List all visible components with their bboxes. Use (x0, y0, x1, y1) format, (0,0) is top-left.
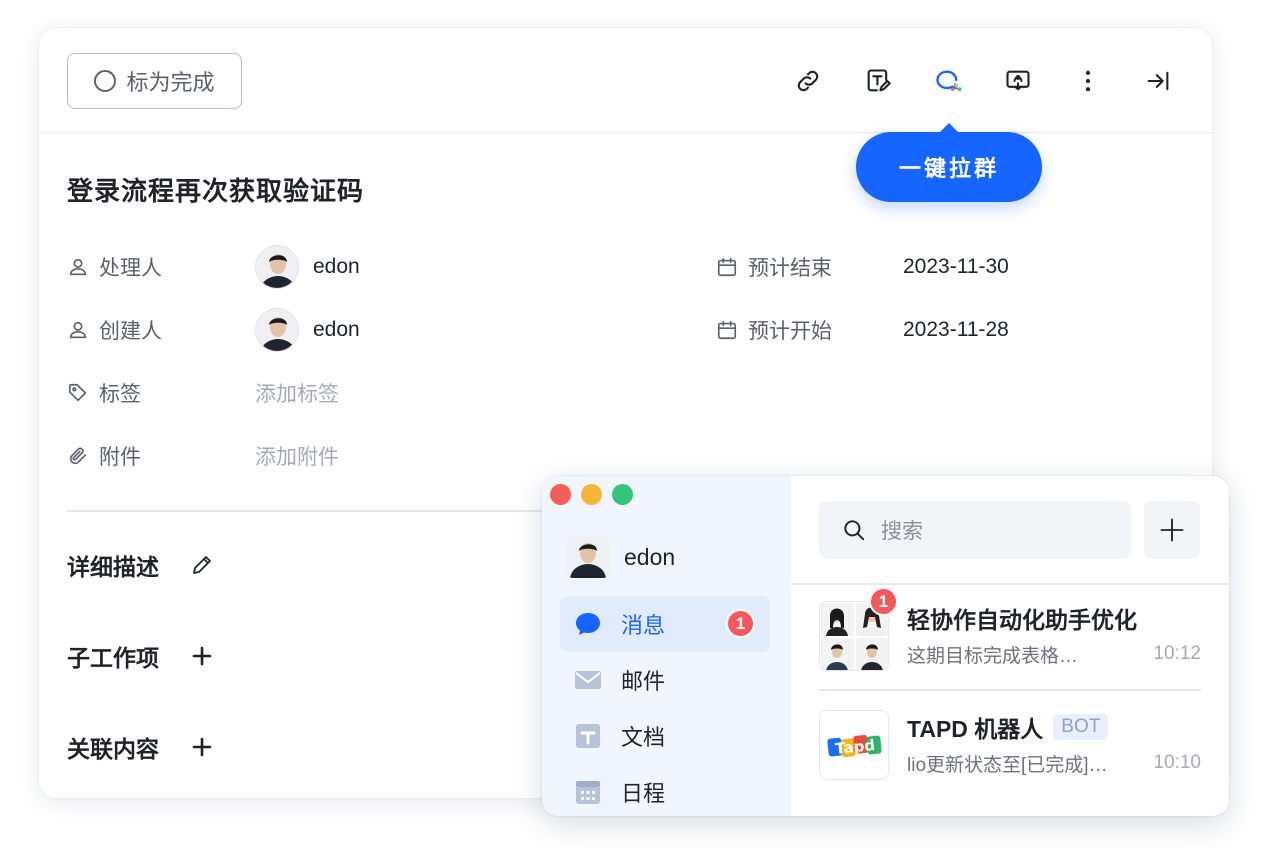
conversation-item[interactable]: 1 轻协作自动化助手优化 这期目标完成表格… 10:12 (819, 587, 1201, 677)
due-start-label: 预计开始 (748, 320, 832, 343)
nav-label: 文档 (621, 725, 666, 750)
chat-sidebar: edon 消息 1 邮件 文档 日程 (542, 476, 791, 816)
unread-badge: 1 (726, 609, 755, 638)
unread-badge: 1 (869, 587, 898, 616)
nav-item-docs[interactable]: 文档 (560, 708, 770, 764)
tags-label: 标签 (99, 383, 141, 406)
tapd-logo: Tapd (819, 710, 889, 780)
divider (67, 510, 547, 512)
divider (791, 583, 1229, 585)
search-placeholder: 搜索 (881, 520, 923, 543)
attachments-label: 附件 (99, 446, 141, 469)
search-input[interactable]: 搜索 (819, 501, 1131, 559)
paperclip-icon (69, 447, 87, 465)
divider (819, 689, 1201, 691)
close-window-button[interactable] (550, 484, 571, 505)
avatar (567, 536, 609, 578)
conversation-preview: 这期目标完成表格… (907, 646, 1079, 667)
subtasks-title: 子工作项 (67, 645, 159, 671)
description-title: 详细描述 (67, 554, 159, 580)
conversation-item[interactable]: Tapd TAPD 机器人 BOT lio更新状态至[已完成]… 10:10 (819, 710, 1201, 786)
conversation-name: TAPD 机器人 BOT (907, 710, 1109, 744)
edit-note-icon[interactable] (861, 64, 895, 98)
section-related: 关联内容 (67, 730, 215, 764)
add-related-icon[interactable] (189, 734, 215, 760)
search-icon (844, 520, 865, 541)
maximize-window-button[interactable] (612, 484, 633, 505)
nav-label: 消息 (621, 613, 666, 638)
field-assignee: 处理人 edon (67, 245, 667, 289)
task-header: 标为完成 (39, 28, 1212, 133)
creator-name: edon (313, 318, 360, 341)
nav-label: 日程 (621, 781, 666, 806)
assignee-name: edon (313, 255, 360, 278)
due-end-label: 预计结束 (748, 257, 832, 280)
edit-pencil-icon[interactable] (189, 552, 215, 578)
field-due-end: 预计结束 2023-11-30 (716, 245, 1116, 289)
nav-item-messages[interactable]: 消息 1 (560, 596, 770, 652)
field-tags: 标签 添加标签 (67, 371, 667, 415)
assignee-label: 处理人 (99, 257, 162, 280)
calendar-icon (717, 257, 737, 277)
due-start-value[interactable]: 2023-11-28 (903, 318, 1009, 342)
doc-icon (573, 721, 603, 751)
group-chat-icon[interactable] (931, 64, 965, 98)
nav-label: 邮件 (621, 669, 666, 694)
user-icon (69, 258, 87, 276)
add-tag-link[interactable]: 添加标签 (255, 378, 339, 408)
bot-badge: BOT (1053, 714, 1109, 740)
calendar-icon (573, 777, 603, 807)
window-controls (550, 484, 633, 505)
field-due-start: 预计开始 2023-11-28 (716, 308, 1116, 352)
more-icon[interactable] (1071, 64, 1105, 98)
chat-window: edon 消息 1 邮件 文档 日程 搜索 1 轻协作自动化助手优化 这期目标完… (542, 476, 1229, 816)
conversation-list-panel: 搜索 1 轻协作自动化助手优化 这期目标完成表格… 10:12 Tapd TAP… (791, 476, 1229, 816)
section-description: 详细描述 (67, 548, 215, 582)
task-title: 登录流程再次获取验证码 (67, 176, 365, 206)
section-subtasks: 子工作项 (67, 639, 215, 673)
message-icon (573, 609, 603, 639)
creator-label: 创建人 (99, 320, 162, 343)
plus-icon (1160, 518, 1184, 542)
mark-done-button[interactable]: 标为完成 (67, 53, 242, 109)
nav-item-calendar[interactable]: 日程 (560, 764, 770, 816)
group-chat-tooltip: 一键拉群 (856, 123, 1042, 202)
assignee-value[interactable]: edon (255, 245, 360, 289)
avatar (255, 245, 299, 289)
mail-icon (573, 665, 603, 695)
conversation-preview: lio更新状态至[已完成]… (907, 755, 1108, 776)
current-user-name: edon (624, 543, 676, 570)
nav-item-mail[interactable]: 邮件 (560, 652, 770, 708)
field-attachments: 附件 添加附件 (67, 434, 667, 478)
calendar-icon (717, 320, 737, 340)
current-user[interactable]: edon (567, 536, 675, 578)
conversation-time: 10:12 (1153, 643, 1201, 664)
avatar (255, 308, 299, 352)
collapse-panel-icon[interactable] (1141, 64, 1175, 98)
add-button[interactable] (1144, 501, 1200, 559)
add-subtask-icon[interactable] (189, 643, 215, 669)
tag-icon (68, 383, 87, 402)
related-title: 关联内容 (67, 736, 159, 762)
share-screen-icon[interactable] (1001, 64, 1035, 98)
field-creator: 创建人 edon (67, 308, 667, 352)
conversation-name: 轻协作自动化助手优化 (907, 607, 1137, 633)
circle-icon (94, 70, 117, 92)
user-icon (69, 321, 87, 339)
minimize-window-button[interactable] (581, 484, 602, 505)
due-end-value[interactable]: 2023-11-30 (903, 255, 1009, 279)
creator-value[interactable]: edon (255, 308, 360, 352)
conversation-time: 10:10 (1153, 752, 1201, 773)
link-icon[interactable] (791, 64, 825, 98)
add-attachment-link[interactable]: 添加附件 (255, 441, 339, 471)
mark-done-label: 标为完成 (126, 70, 215, 95)
